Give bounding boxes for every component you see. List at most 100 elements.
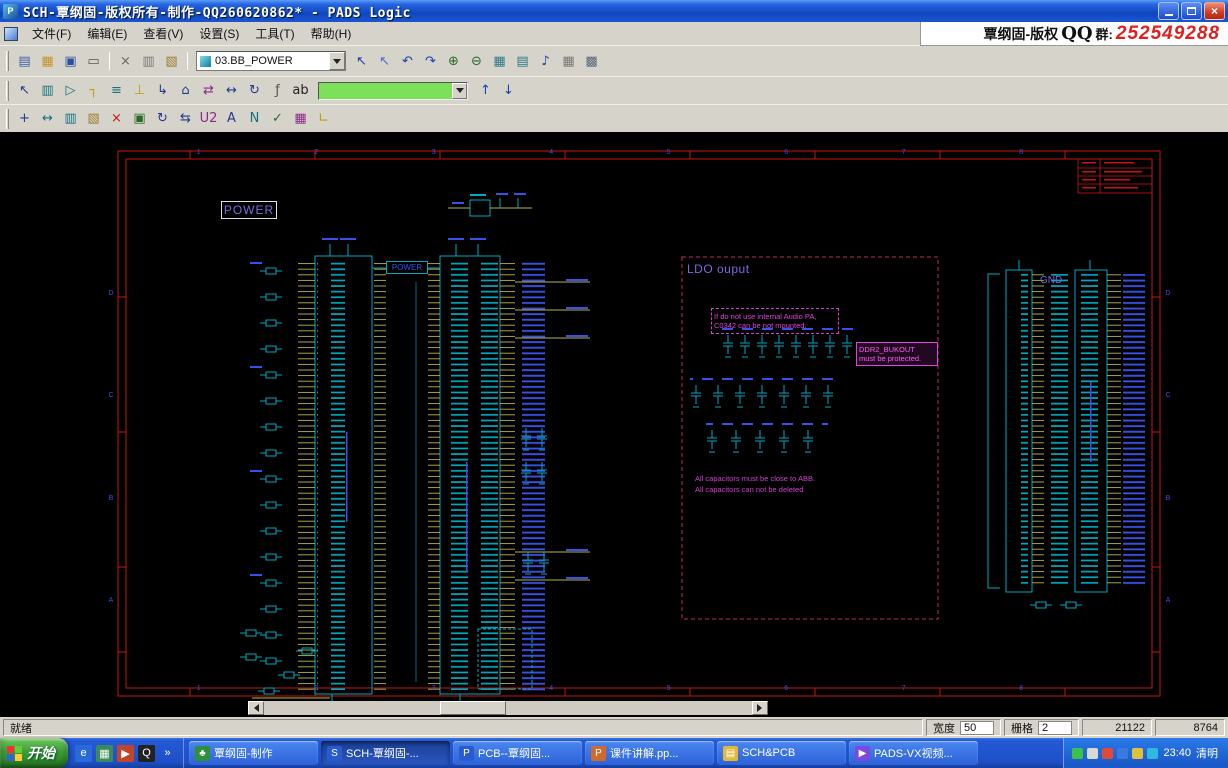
scrollbar-track[interactable] bbox=[264, 701, 752, 715]
rotate-tool-button[interactable]: ↻ bbox=[243, 80, 266, 102]
increment-down-button[interactable]: ↓ bbox=[497, 80, 520, 102]
quicklaunch-more[interactable]: » bbox=[159, 745, 176, 762]
tray-icon-gray[interactable] bbox=[1087, 747, 1099, 759]
sheet-selector-combo[interactable]: 03.BB_POWER bbox=[196, 51, 346, 71]
print-button[interactable]: ▭ bbox=[82, 50, 105, 72]
tray-icon-green[interactable] bbox=[1072, 747, 1084, 759]
quicklaunch-qq[interactable]: Q bbox=[138, 744, 155, 762]
menu-view[interactable]: 查看(V) bbox=[135, 22, 191, 45]
zoom-in-button[interactable]: ⊕ bbox=[442, 50, 465, 72]
zoom-out-button[interactable]: ⊖ bbox=[465, 50, 488, 72]
sheet-button[interactable]: ▤ bbox=[511, 50, 534, 72]
ecc-button[interactable]: ▦ bbox=[289, 108, 312, 130]
text-button[interactable]: ab bbox=[289, 80, 312, 102]
task-pcb[interactable]: P PCB--覃纲固... bbox=[453, 741, 582, 765]
scroll-right-button[interactable] bbox=[752, 701, 768, 715]
combo-dropdown-button[interactable] bbox=[452, 82, 467, 99]
menu-help[interactable]: 帮助(H) bbox=[303, 22, 360, 45]
ddr2-note[interactable]: DDR2_BUKOUT must be protected. bbox=[856, 342, 938, 366]
add-connection-button[interactable]: ┐ bbox=[82, 80, 105, 102]
move-mode-button[interactable]: + bbox=[13, 108, 36, 130]
increment-up-button[interactable]: ↑ bbox=[474, 80, 497, 102]
ime-indicator[interactable]: 清明 bbox=[1196, 745, 1218, 761]
cut-button[interactable]: × bbox=[114, 50, 137, 72]
task-video[interactable]: ▶ PADS-VX视频... bbox=[849, 741, 978, 765]
menu-file[interactable]: 文件(F) bbox=[24, 22, 79, 45]
close-button[interactable]: × bbox=[1204, 2, 1225, 20]
redo-button[interactable]: ↷ bbox=[419, 50, 442, 72]
menu-edit[interactable]: 编辑(E) bbox=[79, 22, 135, 45]
ldo-section-label[interactable]: LDO ouput bbox=[687, 262, 750, 276]
task-ppt[interactable]: P 课件讲解.pp... bbox=[585, 741, 714, 765]
gnd-connector-block[interactable] bbox=[987, 260, 1157, 609]
spreadsheet-button[interactable]: ▦ bbox=[557, 50, 580, 72]
maximize-button[interactable] bbox=[1181, 2, 1202, 20]
copy-mode-button[interactable]: ▥ bbox=[59, 108, 82, 130]
new-button[interactable]: ▤ bbox=[13, 50, 36, 72]
start-button[interactable]: 开始 bbox=[0, 738, 68, 768]
sheet-title-label[interactable]: POWER bbox=[221, 201, 277, 219]
add-part-button[interactable]: ▥ bbox=[36, 80, 59, 102]
board-view-button[interactable]: ▦ bbox=[488, 50, 511, 72]
quicklaunch-media[interactable]: ▶ bbox=[117, 744, 134, 762]
rotate90-button[interactable]: ↻ bbox=[151, 108, 174, 130]
field-button[interactable]: ƒ bbox=[266, 80, 289, 102]
add-bus-button[interactable]: ≡ bbox=[105, 80, 128, 102]
audio-pa-note[interactable]: If do not use internal Audio PA, C0342 c… bbox=[711, 308, 839, 334]
offpage-button[interactable]: ↳ bbox=[151, 80, 174, 102]
add-gate-button[interactable]: ▷ bbox=[59, 80, 82, 102]
ole-button[interactable]: ♪ bbox=[534, 50, 557, 72]
scrollbar-thumb[interactable] bbox=[439, 701, 506, 715]
menu-tools[interactable]: 工具(T) bbox=[247, 22, 302, 45]
measure-button[interactable]: ∟ bbox=[312, 108, 335, 130]
open-button[interactable]: ▦ bbox=[36, 50, 59, 72]
hierarchy-button[interactable]: ⌂ bbox=[174, 80, 197, 102]
task-folder[interactable]: ▤ SCH&PCB bbox=[717, 741, 846, 765]
main-power-ic[interactable] bbox=[298, 238, 590, 710]
task-sch[interactable]: S SCH-覃纲固-... bbox=[321, 741, 450, 765]
tray-icon-blue[interactable] bbox=[1117, 747, 1129, 759]
tray-icon-yellow[interactable] bbox=[1132, 747, 1144, 759]
cascade-button[interactable]: ▩ bbox=[580, 50, 603, 72]
quicklaunch-ie[interactable]: e bbox=[75, 744, 92, 762]
paste-button[interactable]: ▧ bbox=[160, 50, 183, 72]
save-button[interactable]: ▣ bbox=[59, 50, 82, 72]
width-value-field[interactable]: 50 bbox=[960, 720, 994, 735]
edit-attr-button[interactable]: A bbox=[220, 108, 243, 130]
task-tree[interactable]: ♣ 覃纲固-制作 bbox=[189, 741, 318, 765]
schematic-canvas[interactable]: POWER POWER LDO ouput GND If do not use … bbox=[0, 132, 1228, 717]
toolbar-grip[interactable] bbox=[6, 108, 9, 129]
grid-value-field[interactable]: 2 bbox=[1038, 720, 1072, 735]
tray-icon-red[interactable] bbox=[1102, 747, 1114, 759]
gnd-label[interactable]: GND bbox=[1040, 275, 1062, 286]
copy-button[interactable]: ▥ bbox=[137, 50, 160, 72]
mirror-button[interactable]: ⇆ bbox=[174, 108, 197, 130]
top-small-component[interactable] bbox=[448, 193, 532, 217]
rules-button[interactable]: ✓ bbox=[266, 108, 289, 130]
move-gate-button[interactable]: ↔ bbox=[220, 80, 243, 102]
power-block-label[interactable]: POWER bbox=[386, 261, 428, 274]
toolbar-grip[interactable] bbox=[6, 51, 9, 71]
net-name-button[interactable]: N bbox=[243, 108, 266, 130]
horizontal-scrollbar[interactable] bbox=[248, 701, 768, 715]
toolbar-grip[interactable] bbox=[6, 80, 9, 101]
value-entry-combo[interactable] bbox=[318, 81, 468, 100]
quicklaunch-desktop[interactable]: ▦ bbox=[96, 744, 113, 762]
select-pointer-button[interactable]: ↖ bbox=[350, 50, 373, 72]
delete-button[interactable]: × bbox=[105, 108, 128, 130]
undelete-button[interactable]: ▣ bbox=[128, 108, 151, 130]
minimize-button[interactable] bbox=[1158, 2, 1179, 20]
capacitor-note[interactable]: All capacitors must be close to ABB. All… bbox=[695, 473, 815, 495]
radio-select-button[interactable]: ↖ bbox=[373, 50, 396, 72]
menu-setup[interactable]: 设置(S) bbox=[191, 22, 247, 45]
stretch-button[interactable]: ↔ bbox=[36, 108, 59, 130]
paste-special-button[interactable]: ▧ bbox=[82, 108, 105, 130]
left-decoupling-parts[interactable] bbox=[239, 262, 330, 699]
swap-button[interactable]: ⇄ bbox=[197, 80, 220, 102]
selection-tool-button[interactable]: ↖ bbox=[13, 80, 36, 102]
combo-dropdown-button[interactable] bbox=[329, 52, 345, 70]
scroll-left-button[interactable] bbox=[248, 701, 264, 715]
undo-button[interactable]: ↶ bbox=[396, 50, 419, 72]
tray-icon-cyan[interactable] bbox=[1147, 747, 1159, 759]
swap-ref-button[interactable]: U2 bbox=[197, 108, 220, 130]
